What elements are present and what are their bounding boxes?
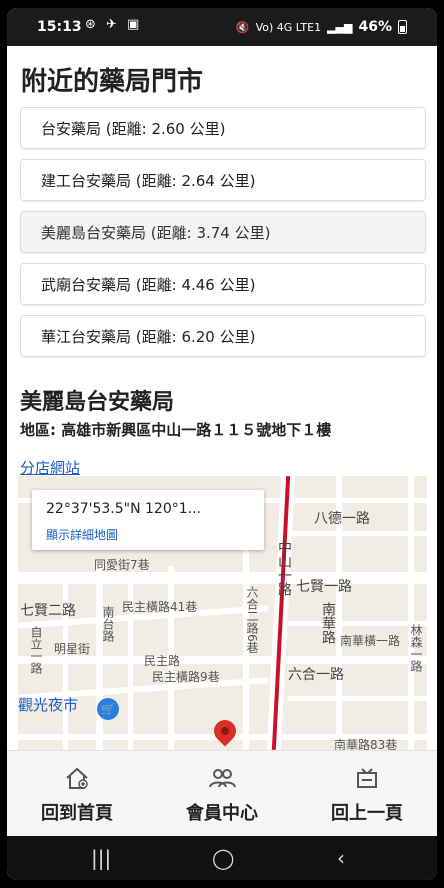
status-bar: 15:13 ⊛ ✈ ▣ 🔇 Vo) 4G LTE1 ▂▄▆ 46% xyxy=(7,8,437,46)
system-nav-bar: ||| ◯ ‹ xyxy=(7,836,437,880)
store-detail-address: 地區: 高雄市新興區中山一路１１５號地下１樓 xyxy=(20,421,332,439)
map-coordinates: 22°37'53.5"N 120°1... xyxy=(46,501,201,517)
phone-screen: 15:13 ⊛ ✈ ▣ 🔇 Vo) 4G LTE1 ▂▄▆ 46% 附近的藥局門… xyxy=(7,8,437,880)
mute-icon: 🔇 xyxy=(235,20,250,34)
map-label: 林森一路 xyxy=(409,624,423,672)
map-label: 南華路83巷 xyxy=(334,738,398,750)
store-detail-name: 美麗島台安藥局 xyxy=(20,390,175,415)
map-label: 同愛街7巷 xyxy=(94,558,150,572)
home-label: 回到首頁 xyxy=(41,803,113,824)
map-label: 民主橫路41巷 xyxy=(122,600,198,614)
map-label: 南台路 xyxy=(101,606,115,642)
home-circle-icon[interactable]: ◯ xyxy=(212,846,234,870)
branch-website-link[interactable]: 分店網站 xyxy=(20,457,80,478)
store-item-selected[interactable]: 美麗島台安藥局 (距離: 3.74 公里) xyxy=(20,211,426,253)
map-label: 八德一路 xyxy=(314,511,370,527)
home-button[interactable]: 回到首頁 xyxy=(7,751,147,837)
map-poi-night-market[interactable]: 觀光夜市 xyxy=(18,694,78,715)
battery-icon xyxy=(398,20,407,34)
map-detail-link[interactable]: 顯示詳細地圖 xyxy=(46,526,118,543)
map-label: 南華橫一路 xyxy=(340,634,401,648)
back-icon xyxy=(357,768,377,788)
map-label: 明星街 xyxy=(54,642,91,656)
map-label: 六合一路 xyxy=(288,667,344,683)
map-info-card: 22°37'53.5"N 120°1... 顯示詳細地圖 xyxy=(32,490,264,550)
page-title: 附近的藥局門市 xyxy=(21,67,204,97)
network-indicator: Vo) 4G LTE1 xyxy=(255,20,322,34)
recent-apps-icon[interactable]: ||| xyxy=(91,846,111,870)
signal-icon: ▂▄▆ xyxy=(327,20,353,34)
map-label: 七賢二路 xyxy=(20,603,76,619)
home-icon xyxy=(66,767,88,789)
status-time: 15:13 xyxy=(37,19,82,35)
bottom-nav: 回到首頁 會員中心 回上一頁 xyxy=(7,750,437,837)
back-label: 回上一頁 xyxy=(331,803,403,824)
map-label: 自立一路 xyxy=(29,626,43,674)
system-back-icon[interactable]: ‹ xyxy=(337,846,345,870)
map-label: 民主橫路9巷 xyxy=(152,670,220,684)
back-button[interactable]: 回上一頁 xyxy=(297,751,437,837)
map-label: 七賢一路 xyxy=(296,579,352,595)
map-label: 中山一路 xyxy=(276,540,292,596)
store-item[interactable]: 台安藥局 (距離: 2.60 公里) xyxy=(20,107,426,149)
map-label: 民主路 xyxy=(144,654,181,668)
status-right: 🔇 Vo) 4G LTE1 ▂▄▆ 46% xyxy=(236,19,407,35)
store-map[interactable]: 八德一路 同愛街7巷 七賢二路 七賢一路 民主橫路41巷 南台路 自立一路 明星… xyxy=(18,476,427,750)
map-label: 南華路 xyxy=(320,602,336,644)
store-item[interactable]: 建工台安藥局 (距離: 2.64 公里) xyxy=(20,159,426,201)
notification-icons: ⊛ ✈ ▣ xyxy=(85,17,143,32)
store-item[interactable]: 華江台安藥局 (距離: 6.20 公里) xyxy=(20,315,426,357)
store-list: 台安藥局 (距離: 2.60 公里) 建工台安藥局 (距離: 2.64 公里) … xyxy=(20,107,426,367)
map-label: 六合二路6巷 xyxy=(245,586,259,654)
shopping-cart-icon: 🛒 xyxy=(97,698,119,720)
member-label: 會員中心 xyxy=(186,803,258,824)
store-item[interactable]: 武廟台安藥局 (距離: 4.46 公里) xyxy=(20,263,426,305)
members-icon xyxy=(209,769,236,788)
member-center-button[interactable]: 會員中心 xyxy=(152,751,292,837)
battery-percent: 46% xyxy=(358,19,392,35)
